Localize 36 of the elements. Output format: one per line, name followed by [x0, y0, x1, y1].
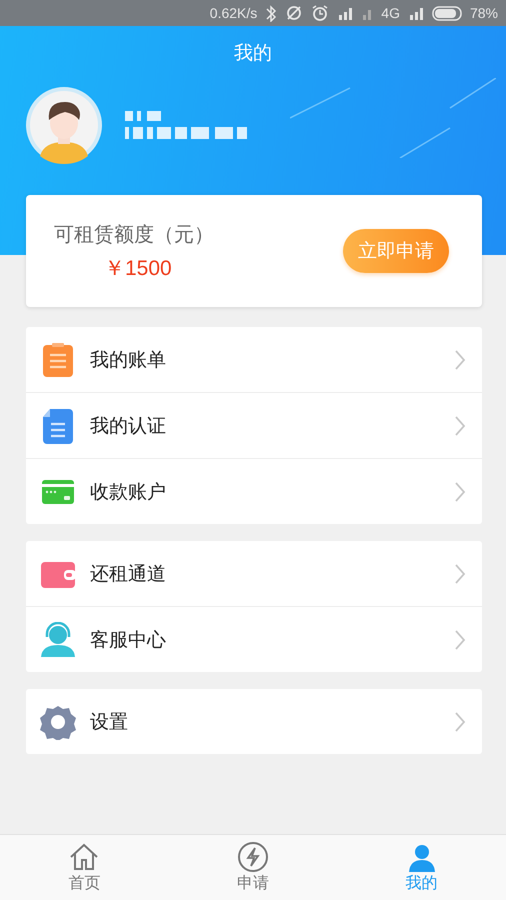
mute-icon: [285, 4, 304, 22]
chevron-icon: [454, 710, 466, 732]
menu-item[interactable]: 我的账单: [26, 327, 482, 392]
battery-level: 78%: [470, 5, 498, 21]
menu-label: 设置: [90, 710, 129, 734]
avatar-icon: [25, 86, 103, 164]
bolt-icon: [236, 841, 270, 873]
network-speed: 0.62K/s: [210, 5, 258, 21]
chevron-icon: [454, 414, 466, 436]
alarm-icon: [311, 4, 330, 22]
menu-item[interactable]: 我的认证: [26, 392, 482, 458]
document-icon: [40, 408, 76, 444]
menu-label: 客服中心: [90, 628, 167, 652]
nav-tab[interactable]: 首页: [0, 835, 169, 900]
nav-tab[interactable]: 申请: [168, 835, 338, 900]
menu-item[interactable]: 还租通道: [26, 541, 482, 606]
page-title: 我的: [234, 41, 272, 66]
menu-item[interactable]: 设置: [26, 689, 482, 754]
chevron-icon: [454, 480, 466, 502]
quota-amount: ￥1500: [104, 256, 172, 282]
menu-label: 我的账单: [90, 348, 167, 372]
menu-item[interactable]: 客服中心: [26, 606, 482, 672]
battery-icon: [432, 4, 462, 22]
quota-label: 可租赁额度（元）: [54, 220, 214, 248]
menu-label: 还租通道: [90, 562, 167, 586]
bill-icon: [40, 342, 76, 378]
menu-label: 收款账户: [90, 480, 167, 504]
chevron-icon: [454, 348, 466, 370]
chevron-icon: [454, 562, 466, 584]
settings-icon: [40, 704, 76, 740]
menu-item[interactable]: 收款账户: [26, 458, 482, 524]
chevron-icon: [454, 628, 466, 650]
headset-person-icon: [40, 622, 76, 658]
network-type: 4G: [381, 5, 400, 21]
menu-label: 我的认证: [90, 414, 167, 438]
bluetooth-icon: [265, 4, 278, 22]
